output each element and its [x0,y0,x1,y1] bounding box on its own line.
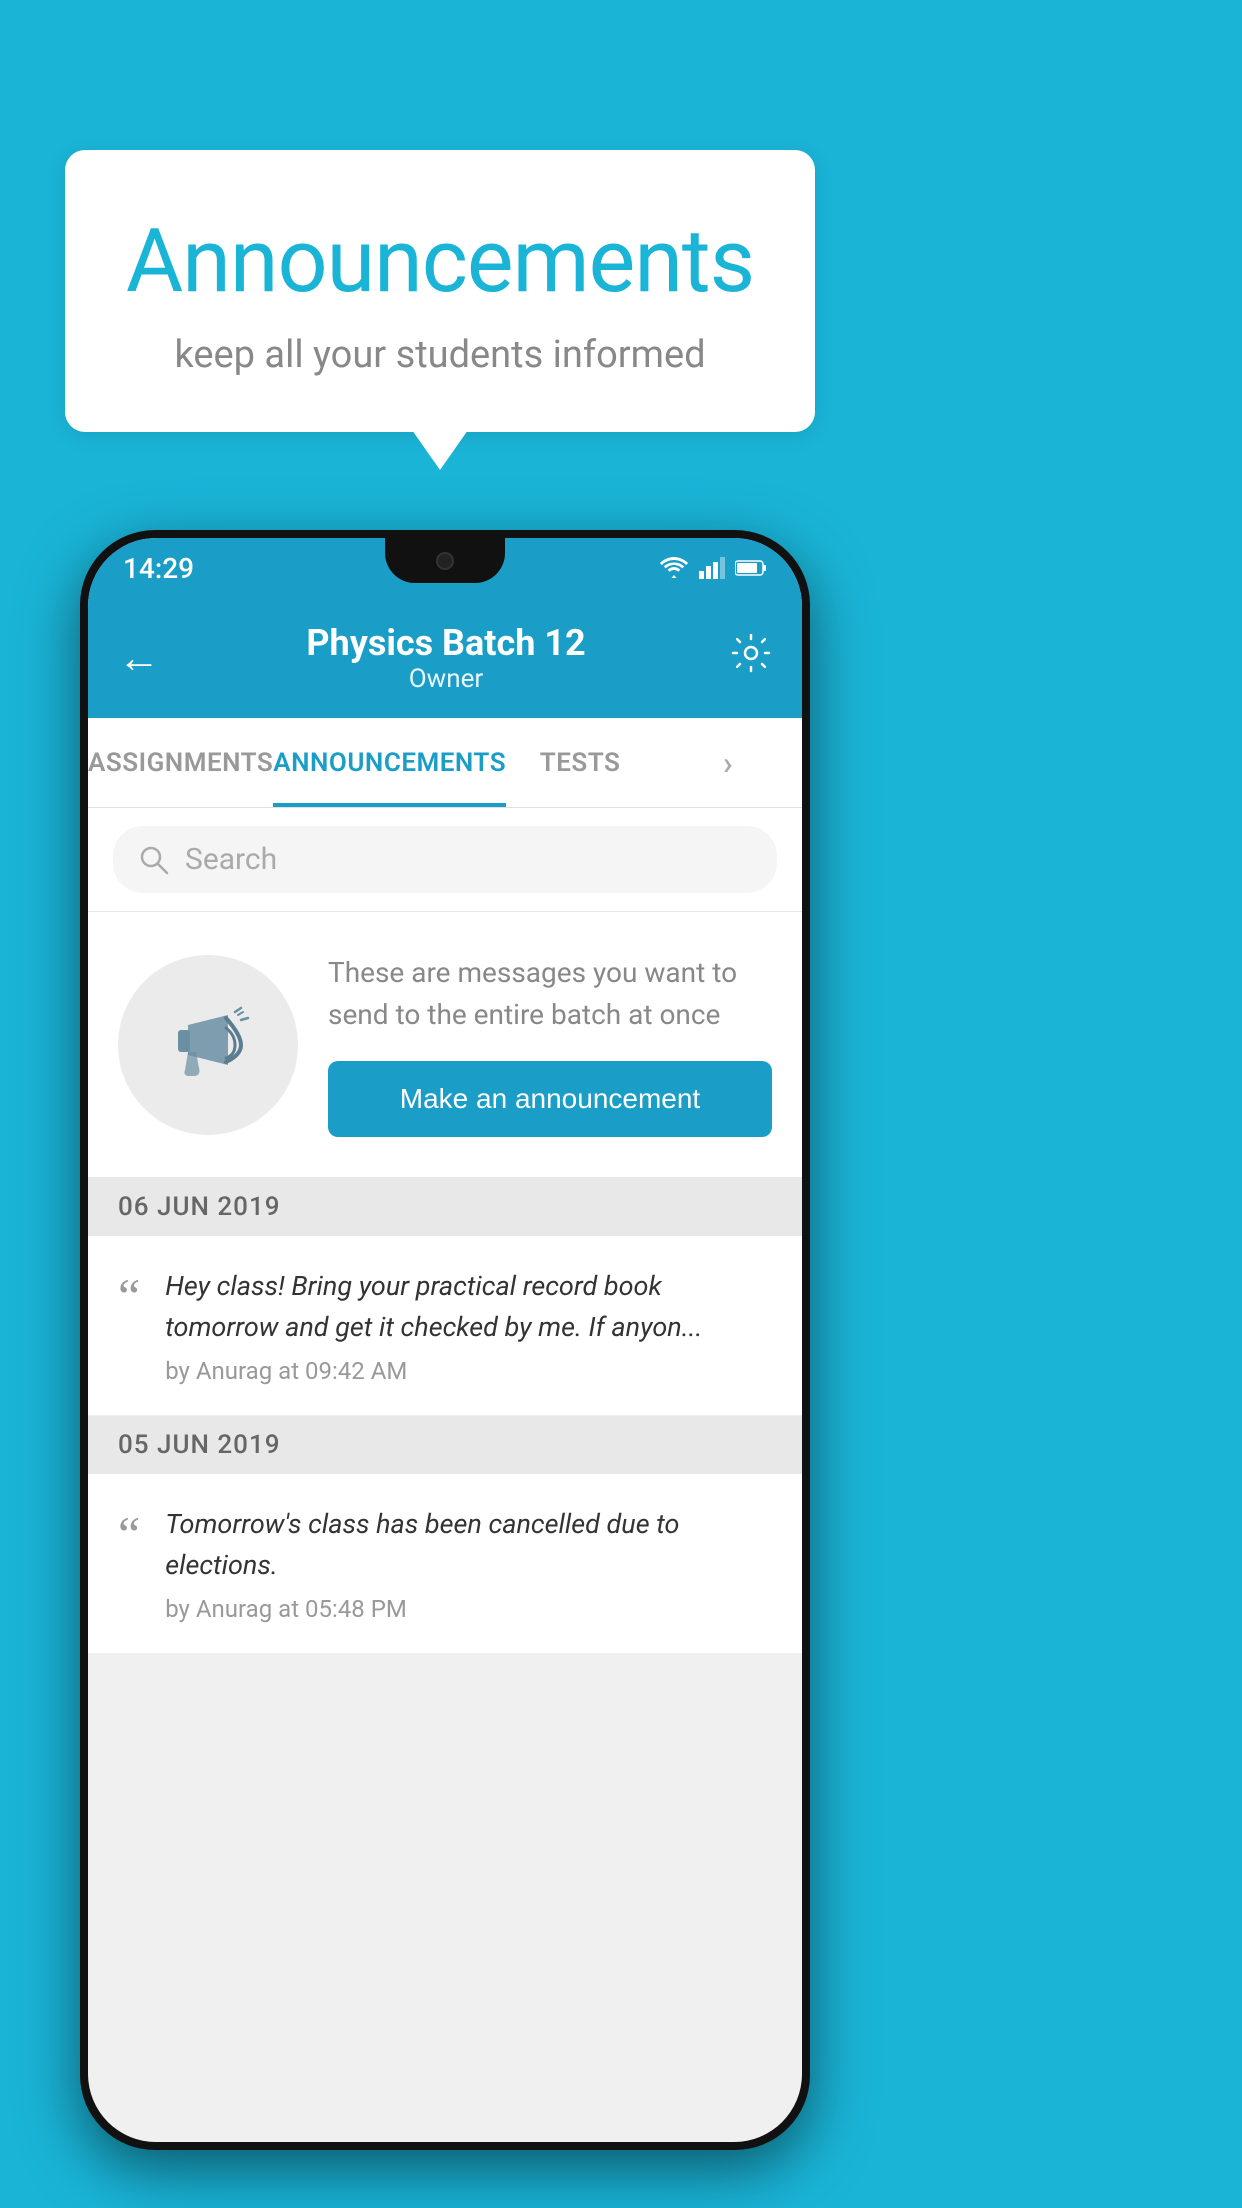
header-title-group: Physics Batch 12 Owner [180,622,712,694]
search-bar-container: Search [88,808,802,912]
status-time: 14:29 [123,552,194,585]
app-header: ← Physics Batch 12 Owner [88,598,802,718]
date-separator-2: 05 JUN 2019 [88,1416,802,1474]
tab-assignments[interactable]: ASSIGNMENTS [88,718,273,807]
quote-icon-1: “ [118,1271,140,1321]
announcement-item-2[interactable]: “ Tomorrow's class has been cancelled du… [88,1474,802,1654]
megaphone-circle [118,955,298,1135]
search-icon [138,844,170,876]
search-input[interactable]: Search [113,826,777,893]
announcement-meta-2: by Anurag at 05:48 PM [165,1595,772,1623]
make-announcement-button[interactable]: Make an announcement [328,1061,772,1137]
tab-announcements[interactable]: ANNOUNCEMENTS [273,718,506,807]
speech-bubble-container: Announcements keep all your students inf… [65,150,815,432]
tabs-bar: ASSIGNMENTS ANNOUNCEMENTS TESTS › [88,718,802,808]
announcement-meta-1: by Anurag at 09:42 AM [165,1357,772,1385]
phone-frame: 14:29 [80,530,810,2150]
notch [385,538,505,583]
cta-right: These are messages you want to send to t… [328,952,772,1137]
speech-bubble-title: Announcements [115,210,765,313]
announcement-text-1: Hey class! Bring your practical record b… [165,1266,772,1385]
announcement-message-1: Hey class! Bring your practical record b… [165,1266,772,1347]
settings-button[interactable] [730,632,772,685]
status-bar: 14:29 [88,538,802,598]
signal-icon [699,557,725,579]
date-separator-1: 06 JUN 2019 [88,1178,802,1236]
back-button[interactable]: ← [118,634,160,683]
wifi-icon [659,557,689,579]
tab-more[interactable]: › [654,718,802,807]
megaphone-icon [163,1000,253,1090]
status-icons [659,557,767,579]
phone-screen: 14:29 [88,538,802,2142]
role-label: Owner [180,664,712,694]
search-placeholder: Search [185,842,277,877]
quote-icon-2: “ [118,1509,140,1559]
tab-tests[interactable]: TESTS [506,718,654,807]
speech-bubble-subtitle: keep all your students informed [115,333,765,377]
battery-icon [735,559,767,577]
batch-name: Physics Batch 12 [180,622,712,664]
announcement-cta-section: These are messages you want to send to t… [88,912,802,1178]
camera [436,552,454,570]
announcement-item-1[interactable]: “ Hey class! Bring your practical record… [88,1236,802,1416]
speech-bubble: Announcements keep all your students inf… [65,150,815,432]
cta-description: These are messages you want to send to t… [328,952,772,1036]
announcement-text-2: Tomorrow's class has been cancelled due … [165,1504,772,1623]
announcement-message-2: Tomorrow's class has been cancelled due … [165,1504,772,1585]
